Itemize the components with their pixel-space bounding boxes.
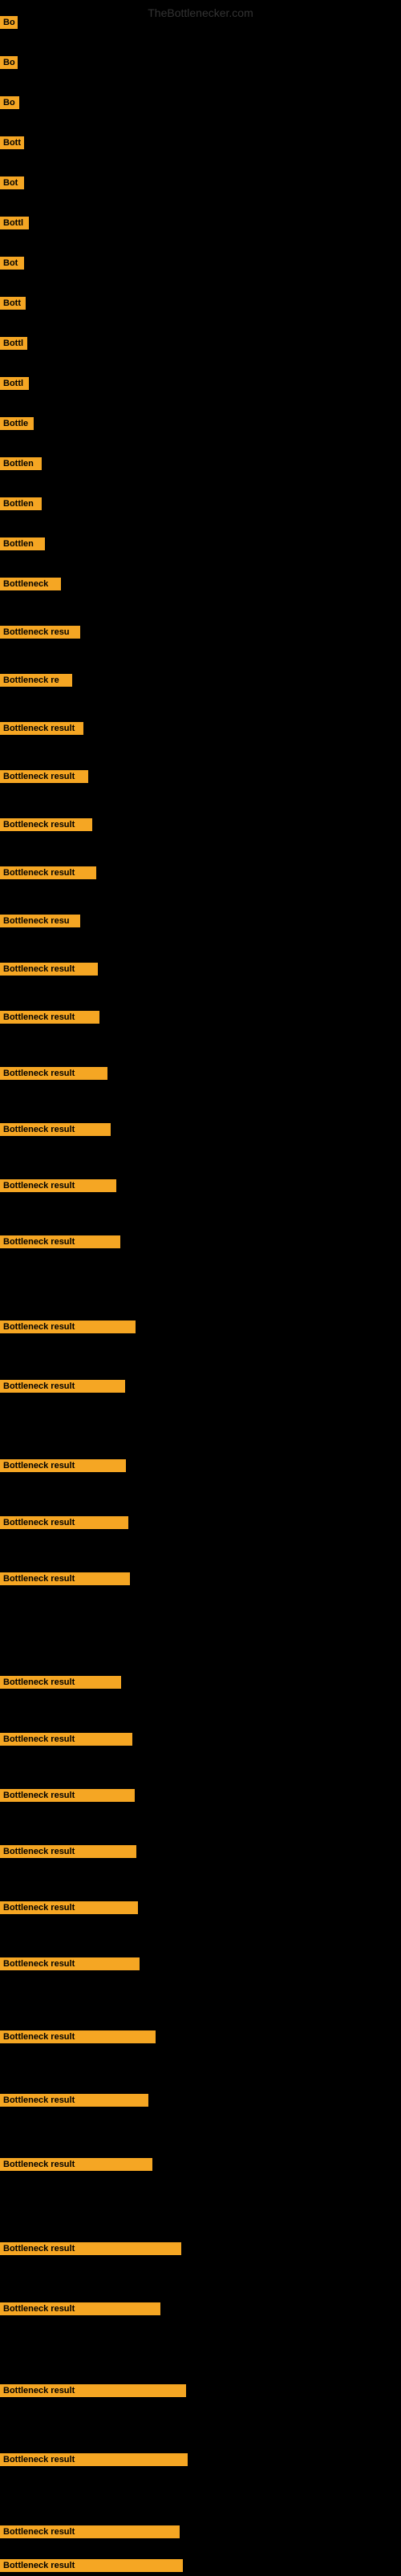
bottleneck-label-37: Bottleneck result [0,1845,136,1858]
bottleneck-label-43: Bottleneck result [0,2242,181,2255]
bottleneck-label-32: Bottleneck result [0,1516,128,1529]
bottleneck-label-17: Bottleneck re [0,674,72,687]
bottleneck-item-17: Bottleneck re [0,674,72,691]
bottleneck-label-8: Bott [0,297,26,310]
bottleneck-item-38: Bottleneck result [0,1901,138,1918]
bottleneck-item-48: Bottleneck result [0,2559,183,2576]
bottleneck-item-16: Bottleneck resu [0,626,80,643]
bottleneck-item-26: Bottleneck result [0,1123,111,1140]
bottleneck-item-5: Bot [0,176,24,193]
site-title: TheBottlenecker.com [0,0,401,26]
bottleneck-label-18: Bottleneck result [0,722,83,735]
bottleneck-label-2: Bo [0,56,18,69]
bottleneck-label-38: Bottleneck result [0,1901,138,1914]
bottleneck-item-41: Bottleneck result [0,2094,148,2111]
bottleneck-item-4: Bott [0,136,24,153]
bottleneck-item-19: Bottleneck result [0,770,88,787]
bottleneck-item-21: Bottleneck result [0,866,96,883]
bottleneck-item-30: Bottleneck result [0,1380,125,1397]
bottleneck-label-3: Bo [0,96,19,109]
bottleneck-label-42: Bottleneck result [0,2158,152,2171]
bottleneck-label-45: Bottleneck result [0,2384,186,2397]
bottleneck-label-27: Bottleneck result [0,1179,116,1192]
bottleneck-label-29: Bottleneck result [0,1320,136,1333]
bottleneck-item-33: Bottleneck result [0,1572,130,1589]
bottleneck-label-21: Bottleneck result [0,866,96,879]
bottleneck-label-40: Bottleneck result [0,2030,156,2043]
bottleneck-item-8: Bott [0,297,26,314]
bottleneck-item-6: Bottl [0,217,29,233]
bottleneck-item-34: Bottleneck result [0,1676,121,1693]
bottleneck-label-12: Bottlen [0,457,42,470]
bottleneck-item-37: Bottleneck result [0,1845,136,1862]
bottleneck-item-3: Bo [0,96,19,113]
bottleneck-item-29: Bottleneck result [0,1320,136,1337]
bottleneck-label-33: Bottleneck result [0,1572,130,1585]
bottleneck-label-23: Bottleneck result [0,963,98,976]
bottleneck-label-19: Bottleneck result [0,770,88,783]
bottleneck-item-15: Bottleneck [0,578,61,594]
bottleneck-item-2: Bo [0,56,18,73]
bottleneck-label-36: Bottleneck result [0,1789,135,1802]
bottleneck-item-46: Bottleneck result [0,2453,188,2470]
bottleneck-label-22: Bottleneck resu [0,915,80,927]
bottleneck-label-14: Bottlen [0,538,45,550]
bottleneck-label-26: Bottleneck result [0,1123,111,1136]
bottleneck-item-35: Bottleneck result [0,1733,132,1750]
bottleneck-item-45: Bottleneck result [0,2384,186,2401]
bottleneck-label-41: Bottleneck result [0,2094,148,2107]
bottleneck-label-5: Bot [0,176,24,189]
bottleneck-item-11: Bottle [0,417,34,434]
bottleneck-item-20: Bottleneck result [0,818,92,835]
bottleneck-label-48: Bottleneck result [0,2559,183,2572]
bottleneck-item-42: Bottleneck result [0,2158,152,2175]
bottleneck-item-9: Bottl [0,337,27,354]
bottleneck-label-16: Bottleneck resu [0,626,80,639]
bottleneck-label-35: Bottleneck result [0,1733,132,1746]
bottleneck-label-28: Bottleneck result [0,1235,120,1248]
bottleneck-item-23: Bottleneck result [0,963,98,980]
bottleneck-label-39: Bottleneck result [0,1957,140,1970]
bottleneck-item-44: Bottleneck result [0,2302,160,2319]
bottleneck-label-11: Bottle [0,417,34,430]
bottleneck-label-44: Bottleneck result [0,2302,160,2315]
bottleneck-label-1: Bo [0,16,18,29]
bottleneck-item-28: Bottleneck result [0,1235,120,1252]
bottleneck-item-1: Bo [0,16,18,33]
bottleneck-label-10: Bottl [0,377,29,390]
bottleneck-item-43: Bottleneck result [0,2242,181,2259]
bottleneck-item-31: Bottleneck result [0,1459,126,1476]
bottleneck-item-39: Bottleneck result [0,1957,140,1974]
bottleneck-label-6: Bottl [0,217,29,229]
bottleneck-item-47: Bottleneck result [0,2525,180,2542]
bottleneck-label-13: Bottlen [0,497,42,510]
bottleneck-item-22: Bottleneck resu [0,915,80,931]
bottleneck-label-15: Bottleneck [0,578,61,590]
bottleneck-item-40: Bottleneck result [0,2030,156,2047]
bottleneck-label-46: Bottleneck result [0,2453,188,2466]
bottleneck-label-20: Bottleneck result [0,818,92,831]
bottleneck-item-32: Bottleneck result [0,1516,128,1533]
bottleneck-label-25: Bottleneck result [0,1067,107,1080]
bottleneck-item-18: Bottleneck result [0,722,83,739]
bottleneck-item-27: Bottleneck result [0,1179,116,1196]
bottleneck-label-31: Bottleneck result [0,1459,126,1472]
bottleneck-item-10: Bottl [0,377,29,394]
bottleneck-label-4: Bott [0,136,24,149]
bottleneck-item-24: Bottleneck result [0,1011,99,1028]
bottleneck-item-25: Bottleneck result [0,1067,107,1084]
bottleneck-label-30: Bottleneck result [0,1380,125,1393]
bottleneck-label-9: Bottl [0,337,27,350]
bottleneck-label-34: Bottleneck result [0,1676,121,1689]
bottleneck-item-13: Bottlen [0,497,42,514]
bottleneck-item-14: Bottlen [0,538,45,554]
bottleneck-item-12: Bottlen [0,457,42,474]
bottleneck-label-7: Bot [0,257,24,270]
bottleneck-item-7: Bot [0,257,24,274]
bottleneck-item-36: Bottleneck result [0,1789,135,1806]
bottleneck-label-47: Bottleneck result [0,2525,180,2538]
bottleneck-label-24: Bottleneck result [0,1011,99,1024]
